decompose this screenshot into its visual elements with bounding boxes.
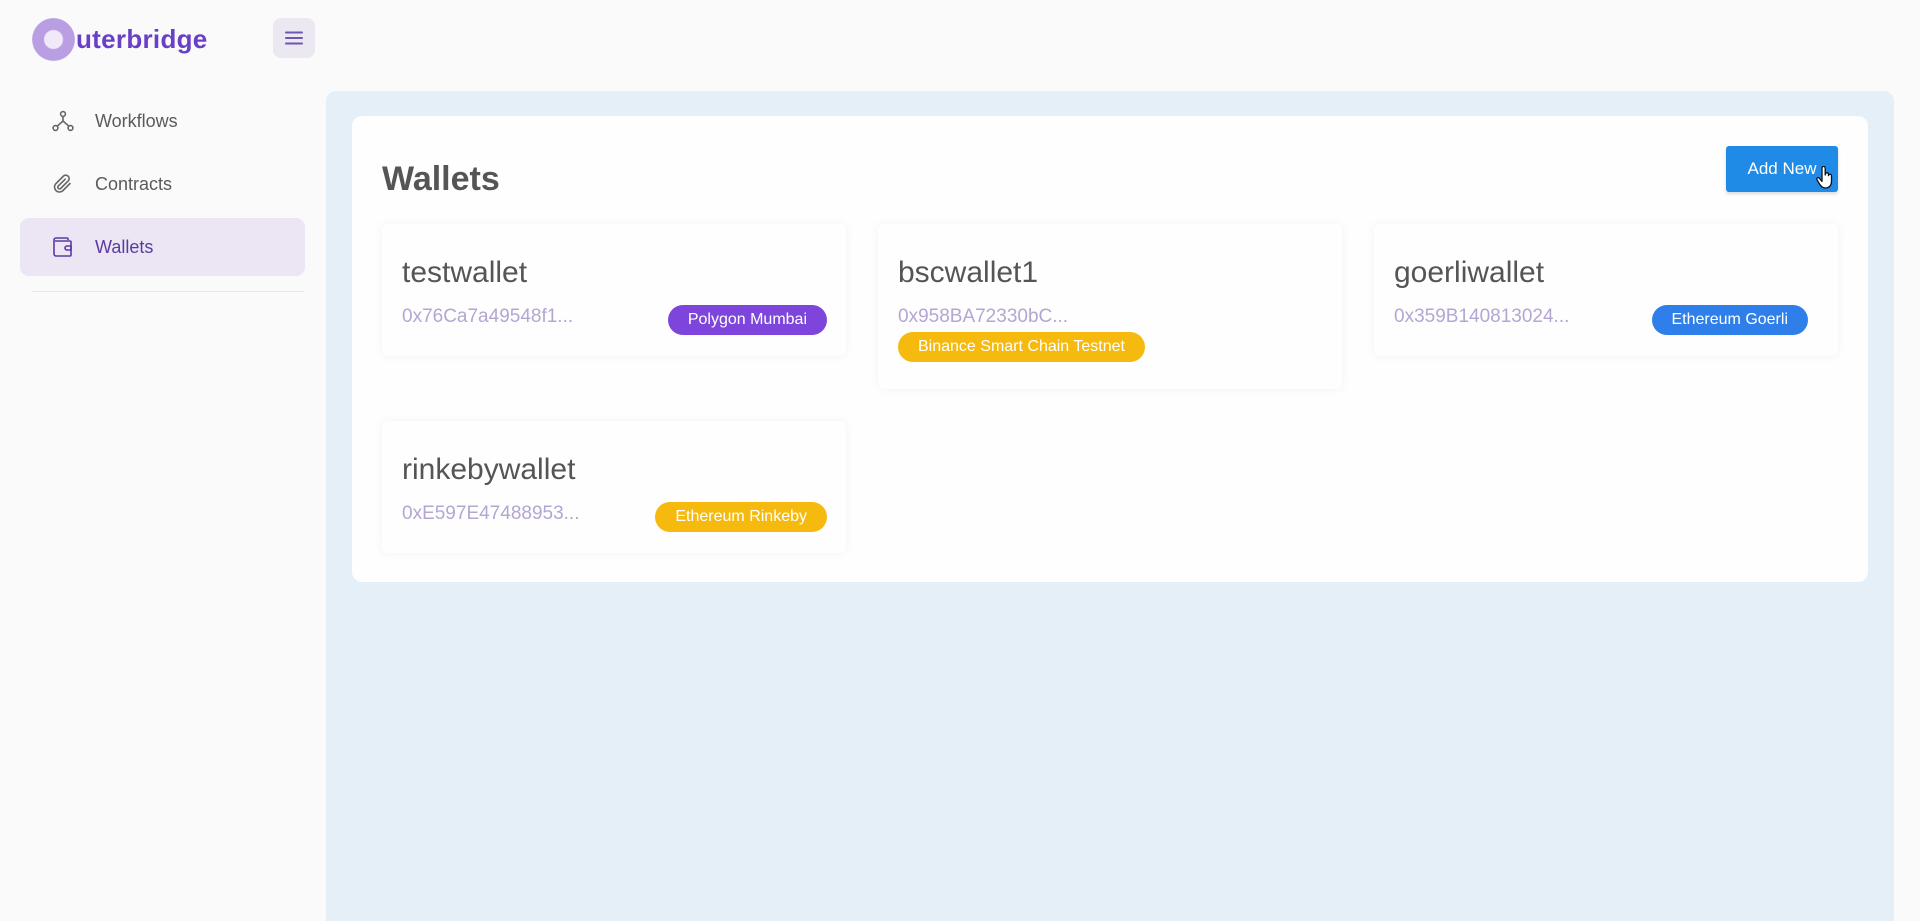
hamburger-icon bbox=[285, 31, 303, 45]
wallet-address: 0x76Ca7a49548f1... bbox=[402, 306, 574, 327]
wallet-address: 0xE597E47488953... bbox=[402, 503, 580, 524]
wallet-card[interactable]: goerliwallet 0x359B140813024... Ethereum… bbox=[1374, 224, 1838, 356]
sidebar-item-label: Contracts bbox=[95, 173, 173, 194]
wallet-address: 0x958BA72330bC... bbox=[898, 306, 1069, 327]
logo[interactable]: uterbridge bbox=[32, 17, 208, 61]
sidebar-divider bbox=[32, 291, 304, 292]
sidebar-item-workflows[interactable]: Workflows bbox=[20, 92, 305, 150]
wallets-panel: Wallets Add New testwallet 0x76Ca7a49548… bbox=[352, 116, 1868, 582]
wallet-name: goerliwallet bbox=[1394, 256, 1545, 289]
network-badge: Binance Smart Chain Testnet bbox=[898, 332, 1145, 362]
sidebar-item-wallets[interactable]: Wallets bbox=[20, 218, 305, 276]
network-badge: Polygon Mumbai bbox=[667, 305, 827, 335]
paperclip-icon bbox=[50, 171, 76, 197]
wallet-address: 0x359B140813024... bbox=[1394, 306, 1570, 327]
network-badge: Ethereum Rinkeby bbox=[655, 502, 827, 532]
wallet-name: bscwallet1 bbox=[898, 256, 1039, 289]
sidebar-item-label: Workflows bbox=[95, 110, 178, 131]
wallet-icon bbox=[50, 234, 76, 260]
sidebar: uterbridge Workflows Contracts Wallets bbox=[0, 0, 326, 921]
sidebar-item-contracts[interactable]: Contracts bbox=[20, 155, 305, 213]
logo-text: uterbridge bbox=[76, 23, 208, 54]
wallet-name: testwallet bbox=[402, 256, 528, 289]
wallet-card[interactable]: bscwallet1 0x958BA72330bC... Binance Sma… bbox=[878, 224, 1342, 389]
wallet-card[interactable]: rinkebywallet 0xE597E47488953... Ethereu… bbox=[382, 421, 846, 553]
sidebar-item-label: Wallets bbox=[95, 236, 154, 257]
page-title: Wallets bbox=[382, 160, 500, 198]
hand-cursor-icon bbox=[1816, 166, 1833, 189]
menu-toggle-button[interactable] bbox=[273, 18, 315, 58]
network-badge: Ethereum Goerli bbox=[1651, 305, 1808, 335]
wallet-card[interactable]: testwallet 0x76Ca7a49548f1... Polygon Mu… bbox=[382, 224, 846, 356]
logo-mark-icon bbox=[32, 17, 75, 61]
workflow-icon bbox=[50, 108, 76, 134]
sidebar-nav: Workflows Contracts Wallets bbox=[20, 92, 305, 281]
wallet-name: rinkebywallet bbox=[402, 453, 576, 486]
